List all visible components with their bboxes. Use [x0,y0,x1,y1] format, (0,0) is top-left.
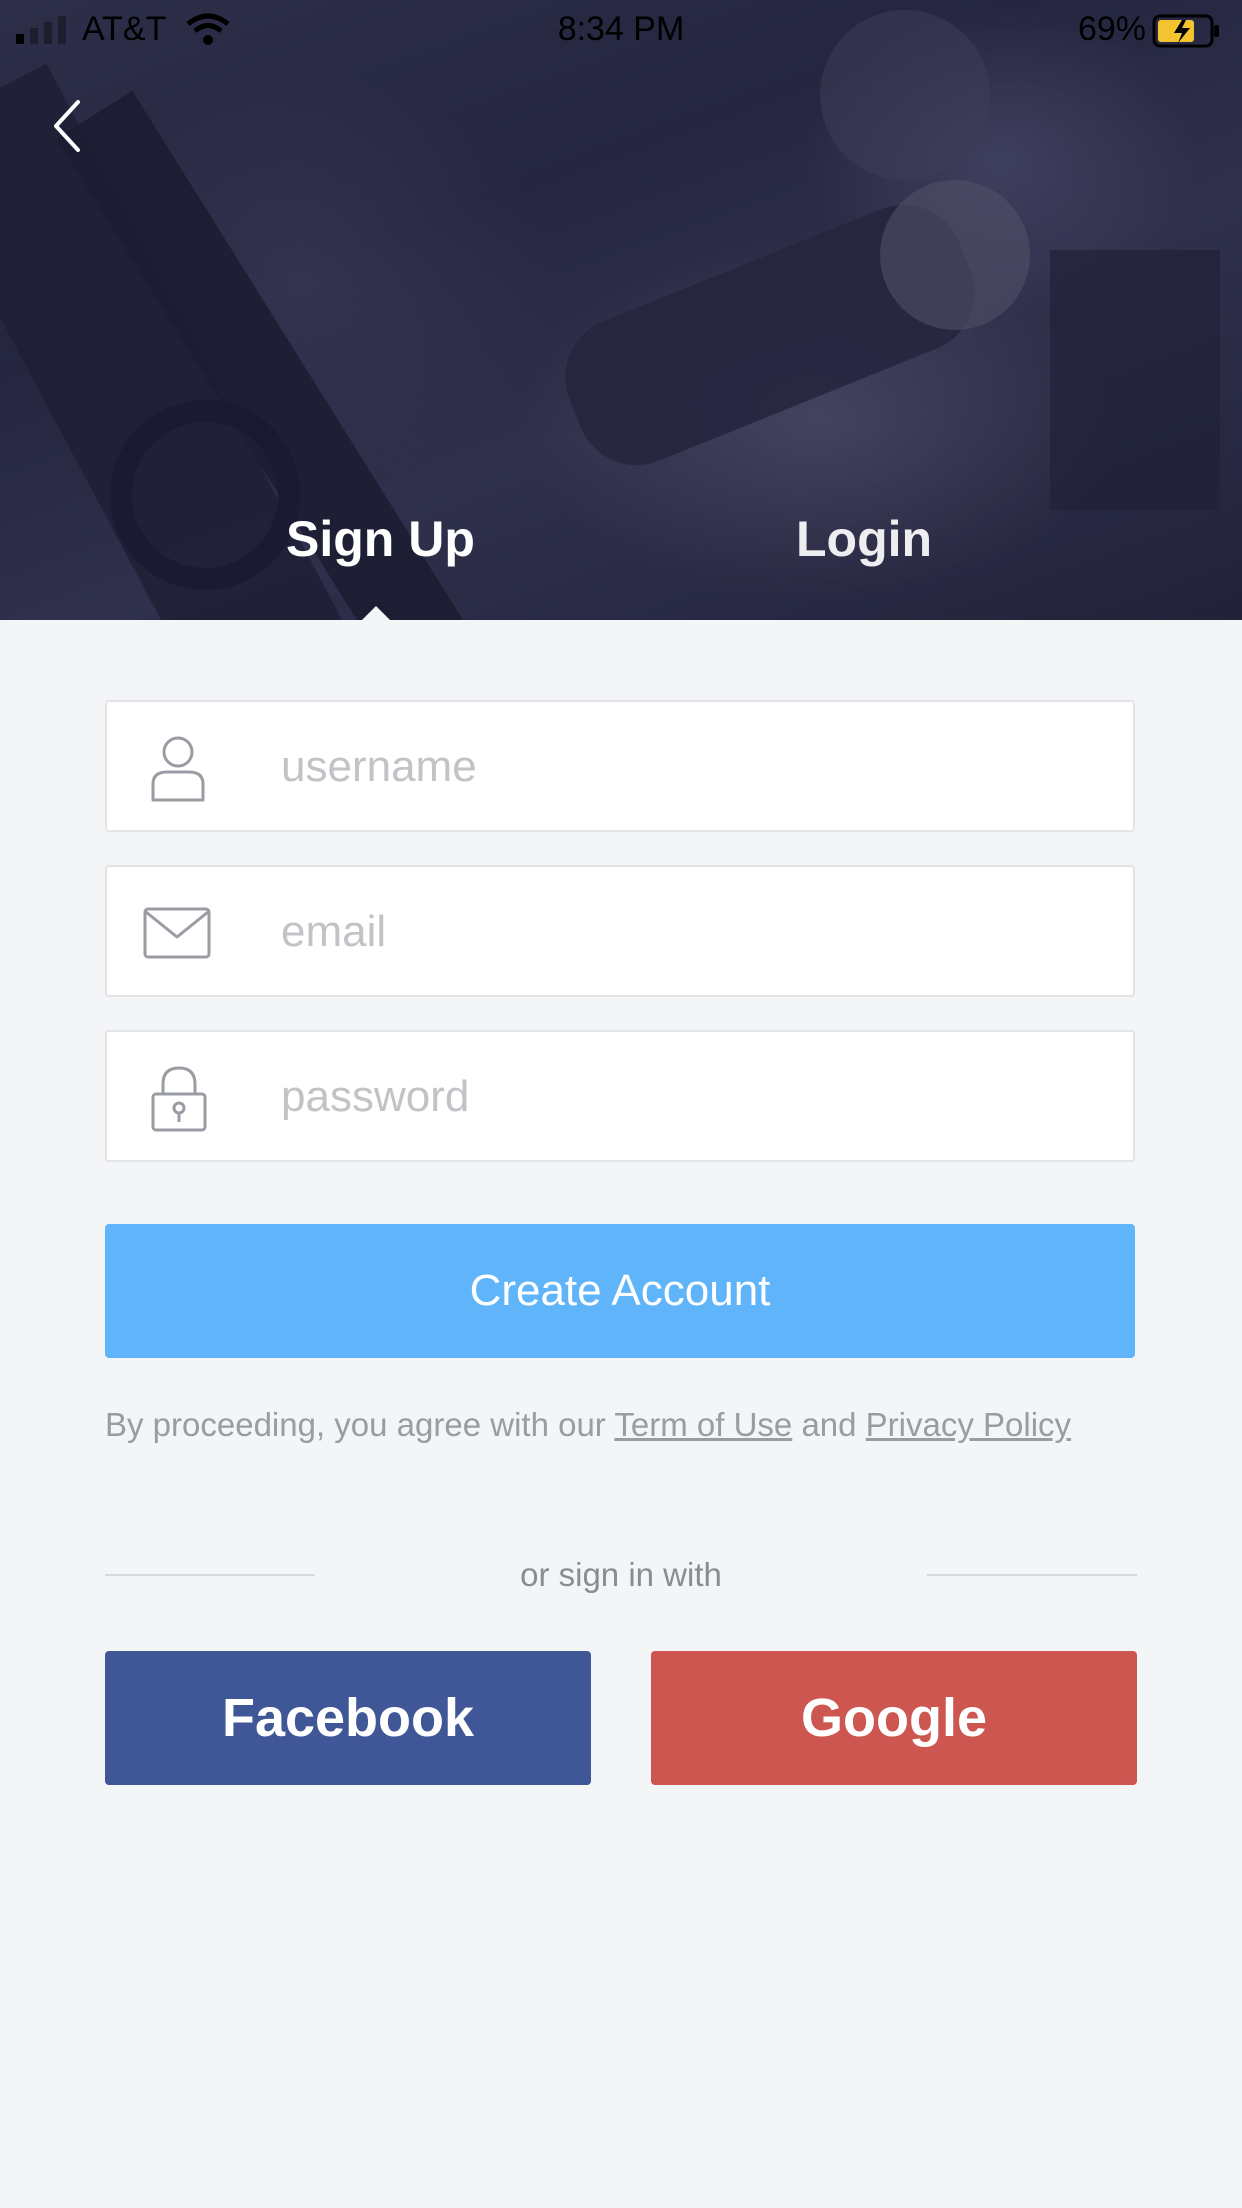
status-time: 8:34 PM [557,10,685,48]
status-bar: AT&T 8:34 PM 69% [0,0,1242,60]
password-input[interactable] [279,1032,1103,1162]
google-button[interactable]: Google [651,1651,1137,1785]
terms-notice: By proceeding, you agree with our Term o… [105,1406,1205,1444]
divider-line-right [927,1574,1137,1576]
battery-icon [1152,14,1220,57]
privacy-policy-link[interactable]: Privacy Policy [866,1406,1071,1443]
password-field [105,1030,1135,1162]
battery-percent: 69% [1077,10,1146,48]
username-field [105,700,1135,832]
auth-tabs: Sign Up Login [0,500,1242,620]
terms-prefix: By proceeding, you agree with our [105,1406,606,1443]
hero-image: AT&T 8:34 PM 69% Sign Up Login [0,0,1242,620]
chevron-left-icon [54,100,80,152]
email-field [105,865,1135,997]
tab-login[interactable]: Login [796,510,932,568]
username-input[interactable] [279,702,1103,832]
active-tab-indicator [360,606,392,620]
lock-icon [143,1064,213,1132]
terms-of-use-link[interactable]: Term of Use [614,1406,792,1443]
user-icon [143,734,213,802]
back-button[interactable] [44,96,94,156]
create-account-button[interactable]: Create Account [105,1224,1135,1358]
email-input[interactable] [279,867,1103,997]
mail-icon [143,899,213,967]
tab-sign-up[interactable]: Sign Up [286,510,475,568]
facebook-button[interactable]: Facebook [105,1651,591,1785]
terms-conjunction: and [801,1406,857,1443]
